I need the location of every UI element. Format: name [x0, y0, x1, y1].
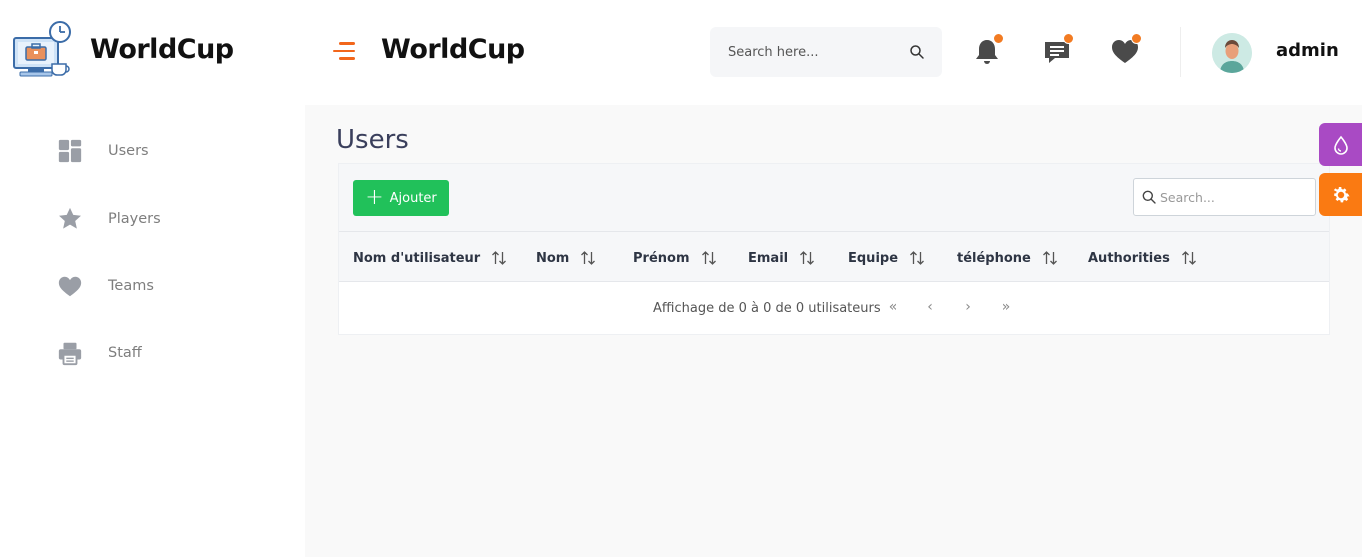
- favorites-button[interactable]: [1111, 33, 1142, 66]
- pagination: Affichage de 0 à 0 de 0 utilisateurs « ‹…: [339, 282, 1329, 334]
- column-header-email[interactable]: Email: [748, 250, 815, 266]
- header-title: WorldCup: [381, 34, 525, 65]
- logo-icon: [13, 21, 71, 77]
- sidebar-item-teams[interactable]: Teams: [56, 271, 276, 301]
- last-page-button[interactable]: »: [998, 299, 1014, 315]
- theme-button[interactable]: [1319, 123, 1362, 166]
- sort-icon: [1181, 251, 1196, 265]
- sort-icon: [701, 251, 716, 265]
- sort-icon: [910, 251, 924, 265]
- sort-icon: [1042, 251, 1057, 265]
- dashboard-icon: [56, 137, 84, 165]
- sidebar-item-label: Staff: [108, 345, 142, 361]
- main-content: Users + Ajouter Nom d'utilisateur Nom: [305, 105, 1362, 557]
- user-avatar-icon: [1212, 33, 1252, 73]
- table-header: Nom d'utilisateur Nom Prénom Email Equip…: [339, 231, 1329, 282]
- next-page-button[interactable]: ›: [960, 299, 976, 315]
- users-table-card: + Ajouter Nom d'utilisateur Nom Pr: [338, 163, 1330, 335]
- column-label: Prénom: [633, 250, 690, 266]
- column-header-equipe[interactable]: Equipe: [848, 250, 925, 266]
- header-search-input[interactable]: [710, 27, 910, 77]
- column-header-telephone[interactable]: téléphone: [957, 250, 1058, 266]
- table-search: [1133, 178, 1316, 216]
- brand[interactable]: WorldCup: [12, 20, 234, 82]
- menu-toggle-icon[interactable]: [333, 41, 357, 61]
- avatar[interactable]: [1212, 33, 1252, 73]
- sidebar-item-label: Teams: [108, 278, 154, 294]
- heart-icon: [56, 272, 84, 300]
- favorites-dot: [1131, 33, 1142, 44]
- messages-button[interactable]: [1043, 33, 1074, 66]
- message-dot: [1063, 33, 1074, 44]
- column-header-username[interactable]: Nom d'utilisateur: [353, 250, 507, 266]
- header-divider: [1180, 27, 1181, 77]
- column-header-authorities[interactable]: Authorities: [1088, 250, 1197, 266]
- column-label: téléphone: [957, 250, 1031, 266]
- sidebar-item-label: Users: [108, 143, 149, 159]
- plus-icon: +: [365, 185, 384, 210]
- notification-dot: [993, 33, 1004, 44]
- notification-button[interactable]: [973, 33, 1004, 66]
- add-user-button[interactable]: + Ajouter: [353, 180, 449, 216]
- username[interactable]: admin: [1276, 40, 1339, 61]
- sidebar-item-staff[interactable]: Staff: [56, 338, 276, 368]
- sort-icon: [581, 251, 596, 265]
- column-header-nom[interactable]: Nom: [536, 250, 596, 266]
- sidebar-item-label: Players: [108, 211, 161, 227]
- column-label: Nom: [536, 250, 570, 266]
- sort-icon: [800, 251, 815, 265]
- sidebar: Users Players Teams Staff: [0, 105, 305, 557]
- printer-icon: [56, 339, 84, 367]
- previous-page-button[interactable]: ‹: [922, 299, 938, 315]
- column-label: Authorities: [1088, 250, 1170, 266]
- pagination-info: Affichage de 0 à 0 de 0 utilisateurs: [653, 301, 881, 316]
- star-icon: [56, 205, 84, 233]
- column-label: Email: [748, 250, 789, 266]
- brand-name: WorldCup: [90, 34, 234, 65]
- page-title: Users: [336, 125, 409, 155]
- sort-icon: [492, 251, 507, 265]
- table-toolbar: + Ajouter: [339, 164, 1329, 231]
- add-button-label: Ajouter: [389, 190, 437, 206]
- search-icon: [1142, 190, 1156, 204]
- column-label: Equipe: [848, 250, 899, 266]
- search-icon[interactable]: [909, 44, 925, 60]
- table-search-input[interactable]: [1160, 179, 1310, 215]
- column-label: Nom d'utilisateur: [353, 250, 481, 266]
- droplet-icon: [1333, 135, 1348, 155]
- header-search: [710, 27, 942, 77]
- settings-button[interactable]: [1319, 173, 1362, 216]
- top-header: WorldCup WorldCup Search here... admin: [0, 0, 1362, 105]
- first-page-button[interactable]: «: [885, 299, 901, 315]
- column-header-prenom[interactable]: Prénom: [633, 250, 717, 266]
- sidebar-item-players[interactable]: Players: [56, 204, 276, 234]
- gear-icon: [1333, 186, 1350, 202]
- sidebar-item-users[interactable]: Users: [56, 136, 276, 166]
